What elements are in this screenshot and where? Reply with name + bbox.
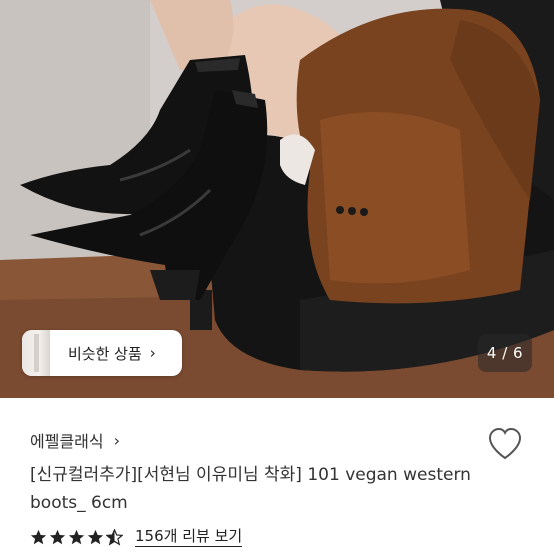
similar-product-thumbnail bbox=[22, 330, 50, 376]
store-link[interactable]: 에펠클래식 › bbox=[30, 428, 120, 452]
star-icon bbox=[68, 529, 85, 544]
similar-products-label: 비슷한 상품 bbox=[68, 344, 142, 363]
star-icon bbox=[87, 529, 104, 544]
review-link[interactable]: 156개 리뷰 보기 bbox=[135, 527, 243, 547]
similar-products-button[interactable]: 비슷한 상품 › bbox=[22, 330, 182, 376]
rating-row: 156개 리뷰 보기 bbox=[30, 527, 243, 547]
chevron-right-icon: › bbox=[149, 344, 156, 362]
heart-outline-icon[interactable] bbox=[486, 426, 524, 462]
chevron-right-icon: › bbox=[113, 430, 121, 450]
star-icon bbox=[30, 529, 47, 544]
image-counter: 4 / 6 bbox=[478, 334, 532, 372]
star-half-icon bbox=[106, 528, 123, 546]
product-image[interactable]: 비슷한 상품 › 4 / 6 bbox=[0, 0, 554, 398]
star-rating bbox=[30, 528, 125, 546]
product-title: [신규컬러추가][서현님 이유미님 착화] 101 vegan western … bbox=[30, 465, 471, 513]
star-icon bbox=[49, 529, 66, 544]
store-name: 에펠클래식 bbox=[30, 432, 104, 451]
